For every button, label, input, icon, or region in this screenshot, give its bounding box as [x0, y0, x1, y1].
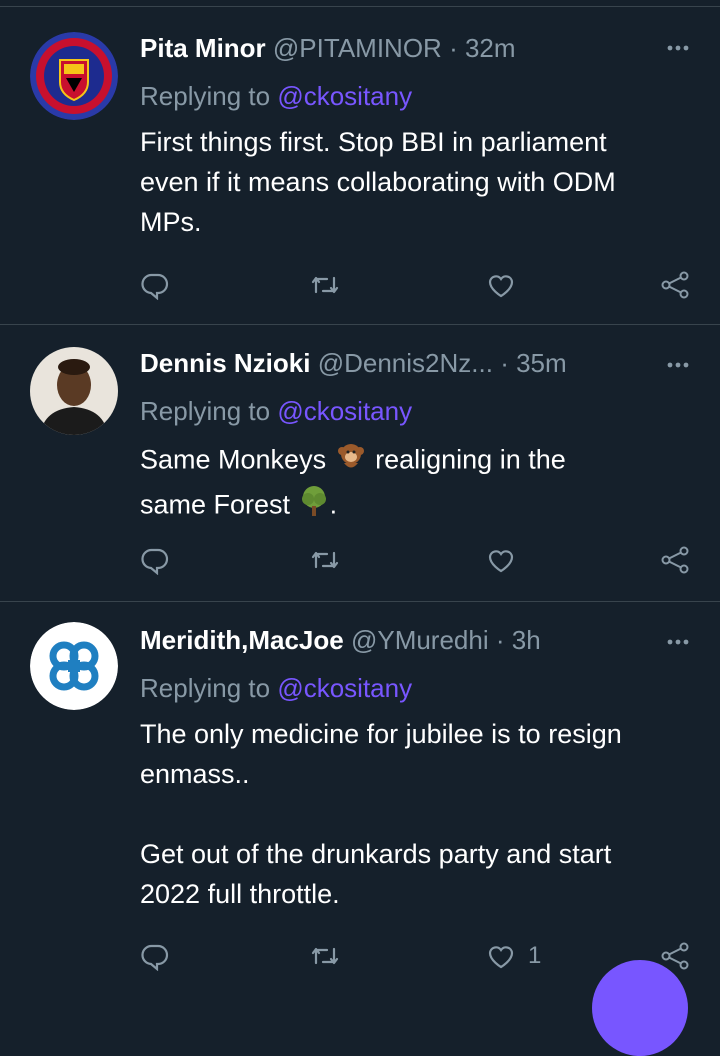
like-count: 1	[528, 942, 542, 969]
tweet-actions	[140, 543, 690, 577]
tweet-3[interactable]: Meridith,MacJoe @YMuredhi · 3h Replying …	[0, 602, 720, 975]
text-fragment: Same Monkeys	[140, 444, 327, 475]
tree-emoji	[298, 484, 330, 529]
text-line: MPs.	[140, 207, 202, 237]
author-handle[interactable]: @YMuredhi	[351, 625, 489, 655]
tweet-2[interactable]: Dennis Nzioki @Dennis2Nz... · 35m Replyi…	[0, 325, 720, 601]
timestamp[interactable]: · 35m	[500, 348, 566, 378]
text-fragment: .	[329, 489, 338, 520]
reply-icon	[141, 273, 169, 300]
tweet-header: Pita Minor @PITAMINOR · 32m	[140, 30, 700, 66]
timestamp[interactable]: · 32m	[449, 33, 515, 63]
author-handle[interactable]: @Dennis2Nz...	[318, 348, 493, 378]
reply-button[interactable]	[140, 268, 170, 302]
text-line: 2022 full throttle.	[140, 879, 340, 909]
retweet-button[interactable]	[310, 268, 340, 302]
retweet-button[interactable]	[310, 543, 340, 577]
avatar[interactable]	[30, 32, 118, 120]
text-fragment: realigning in the	[375, 444, 566, 475]
avatar[interactable]	[30, 622, 118, 710]
tweet-text: The only medicine for jubilee is to resi…	[140, 714, 696, 914]
retweet-icon	[311, 947, 339, 965]
tweet-header: Dennis Nzioki @Dennis2Nz... · 35m	[140, 345, 700, 381]
text-line: same Forest .	[140, 484, 696, 529]
replying-to: Replying to @ckositany	[140, 78, 412, 114]
retweet-icon	[311, 276, 339, 294]
tweet-header: Meridith,MacJoe @YMuredhi · 3h	[140, 622, 700, 658]
author-name[interactable]: Meridith,MacJoe	[140, 625, 344, 655]
more-icon[interactable]	[666, 355, 690, 375]
share-icon	[661, 546, 689, 574]
monkey-emoji	[334, 439, 368, 484]
replying-to-label: Replying to	[140, 81, 271, 111]
reply-icon	[141, 548, 169, 575]
tweet-text: Same Monkeys realigning in the same Fore…	[140, 439, 696, 529]
retweet-icon	[311, 551, 339, 569]
reply-icon	[141, 944, 169, 971]
replying-to-label: Replying to	[140, 673, 271, 703]
author-name[interactable]: Pita Minor	[140, 33, 266, 63]
text-line	[140, 794, 696, 834]
replying-to: Replying to @ckositany	[140, 670, 412, 706]
text-line: enmass..	[140, 759, 250, 789]
share-button[interactable]	[660, 268, 690, 302]
like-button[interactable]: 1	[486, 939, 541, 973]
mention-link[interactable]: @ckositany	[277, 81, 412, 111]
tweet-text: First things first. Stop BBI in parliame…	[140, 122, 696, 242]
text-line: Same Monkeys realigning in the	[140, 439, 696, 484]
share-button[interactable]	[660, 543, 690, 577]
tweet-1[interactable]: Pita Minor @PITAMINOR · 32m Replying to …	[0, 0, 720, 325]
reply-button[interactable]	[140, 543, 170, 577]
like-button[interactable]	[486, 268, 516, 302]
mention-link[interactable]: @ckositany	[277, 673, 412, 703]
heart-icon	[488, 275, 514, 298]
avatar[interactable]	[30, 347, 118, 435]
replying-to-label: Replying to	[140, 396, 271, 426]
text-fragment: same Forest	[140, 489, 291, 520]
author-name[interactable]: Dennis Nzioki	[140, 348, 310, 378]
text-line: even if it means collaborating with ODM	[140, 167, 616, 197]
more-icon[interactable]	[666, 632, 690, 652]
text-line: Get out of the drunkards party and start	[140, 839, 612, 869]
retweet-button[interactable]	[310, 939, 340, 973]
author-handle[interactable]: @PITAMINOR	[273, 33, 442, 63]
timestamp[interactable]: · 3h	[496, 625, 541, 655]
heart-icon	[488, 946, 514, 969]
heart-icon	[488, 550, 514, 573]
mention-link[interactable]: @ckositany	[277, 396, 412, 426]
like-button[interactable]	[486, 543, 516, 577]
reply-button[interactable]	[140, 939, 170, 973]
text-line: First things first. Stop BBI in parliame…	[140, 127, 607, 157]
share-icon	[661, 271, 689, 299]
tweet-actions: 1	[140, 939, 690, 973]
replying-to: Replying to @ckositany	[140, 393, 412, 429]
text-line: The only medicine for jubilee is to resi…	[140, 719, 622, 749]
compose-button[interactable]	[592, 960, 688, 1056]
tweet-actions	[140, 268, 690, 302]
more-icon[interactable]	[666, 38, 690, 58]
